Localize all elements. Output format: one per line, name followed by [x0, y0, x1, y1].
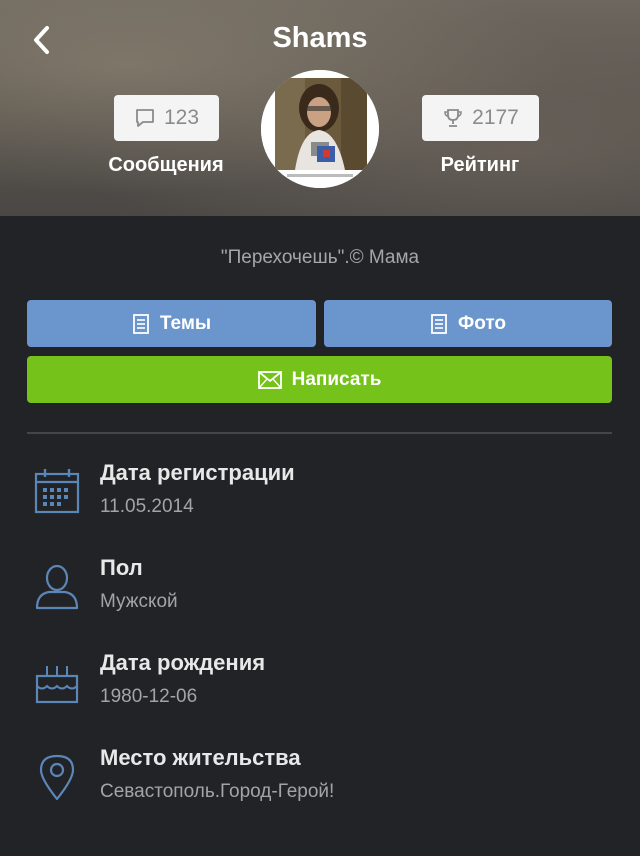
topics-button-label: Темы [159, 312, 212, 334]
photos-button[interactable]: Фото [324, 300, 612, 347]
cake-icon [35, 666, 79, 704]
info-value: Мужской [100, 591, 178, 612]
info-title: Дата регистрации [100, 460, 295, 485]
rating-label: Рейтинг [440, 154, 520, 176]
info-value: Севастополь.Город-Герой! [100, 781, 335, 802]
messages-label: Сообщения [108, 154, 224, 176]
write-message-button[interactable]: Написать [27, 356, 612, 403]
messages-count-badge[interactable]: 123 [114, 95, 219, 141]
document-icon [132, 313, 149, 334]
rating-badge[interactable]: 2177 [422, 95, 539, 141]
profile-header: Shams 123 Сообщения 2177 Рейтинг [0, 0, 640, 216]
user-icon [35, 564, 79, 610]
info-title: Дата рождения [100, 650, 266, 675]
location-pin-icon [39, 754, 75, 801]
info-row-gender: Пол Мужской [0, 555, 640, 635]
speech-bubble-icon [136, 109, 154, 127]
document-icon [431, 313, 447, 334]
calendar-icon [34, 469, 80, 514]
info-title: Место жительства [100, 745, 301, 770]
photos-button-label: Фото [457, 312, 506, 334]
avatar[interactable] [261, 70, 379, 188]
page-title: Shams [272, 22, 368, 54]
info-value: 1980-12-06 [100, 686, 198, 707]
info-title: Пол [100, 555, 143, 580]
info-row-registration-date: Дата регистрации 11.05.2014 [0, 460, 640, 540]
avatar-photo [261, 70, 379, 188]
envelope-icon [257, 370, 282, 389]
write-button-label: Написать [291, 368, 382, 390]
info-value: 11.05.2014 [100, 496, 194, 517]
messages-count: 123 [163, 106, 200, 129]
status-quote: "Перехочешь".© Мама [220, 247, 420, 268]
divider [27, 432, 612, 434]
rating-value: 2177 [472, 106, 519, 129]
info-row-birth-date: Дата рождения 1980-12-06 [0, 650, 640, 730]
info-row-location: Место жительства Севастополь.Город-Герой… [0, 745, 640, 825]
trophy-icon [444, 109, 462, 127]
topics-button[interactable]: Темы [27, 300, 316, 347]
